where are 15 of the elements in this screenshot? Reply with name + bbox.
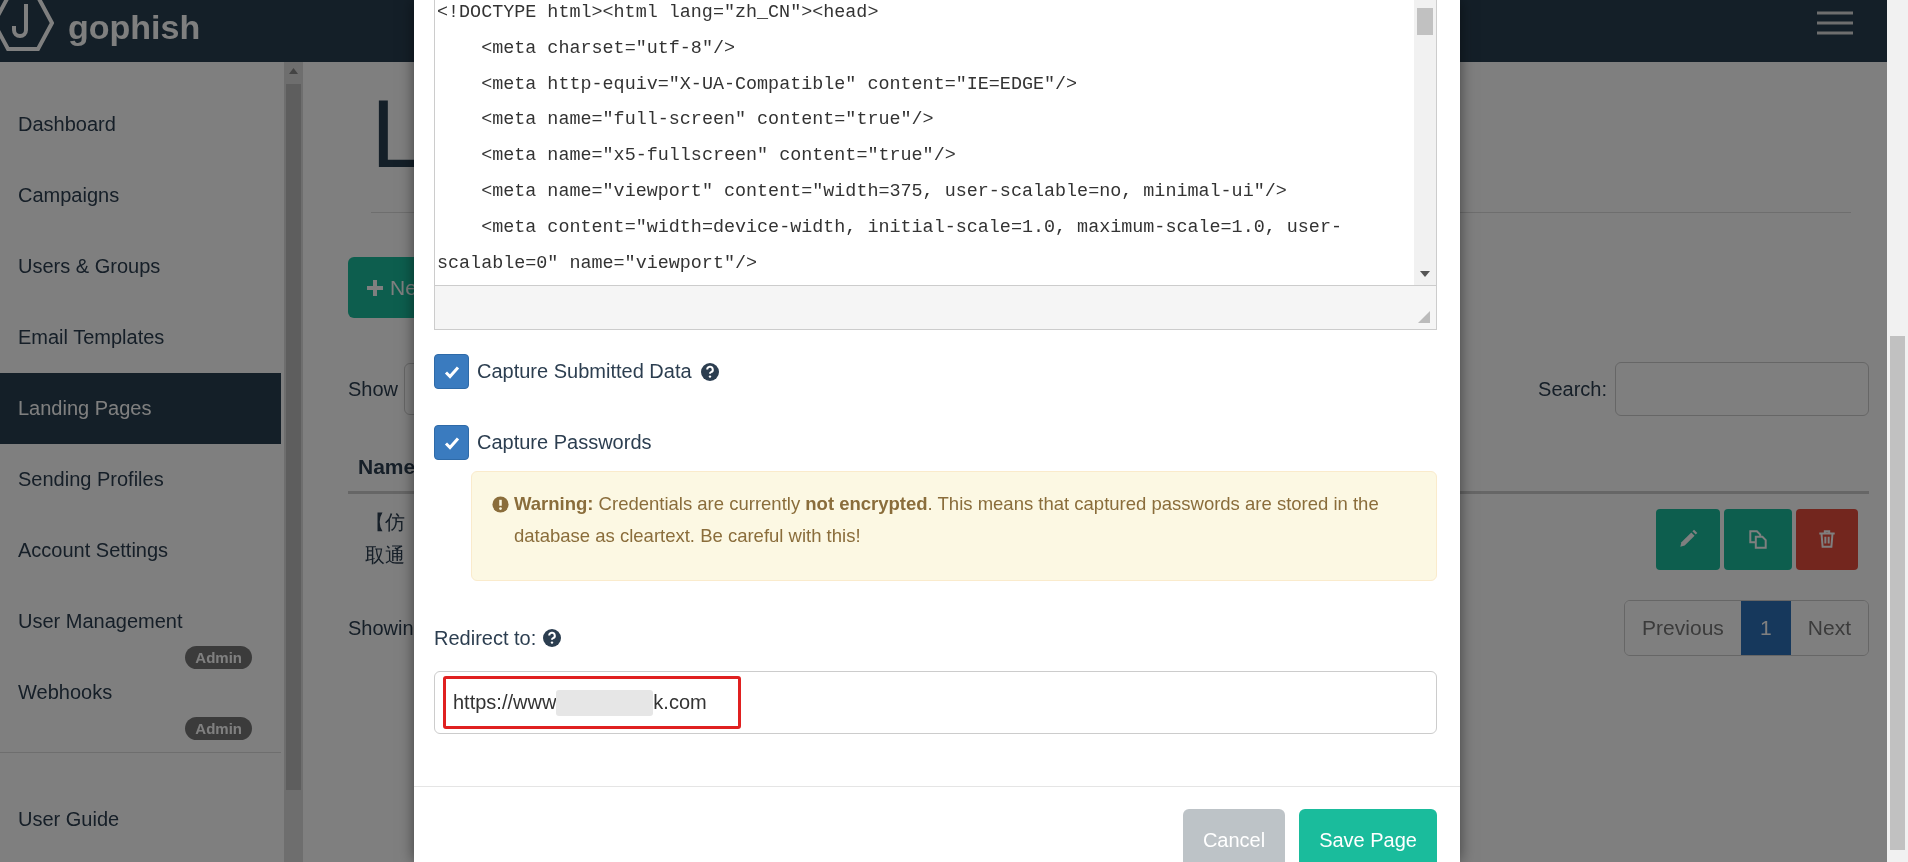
code-line: <meta http-equiv="X-UA-Compatible" content="IE=EDGE"/> <box>480 72 1079 97</box>
table-cell-text: 【仿 取通 <box>364 510 405 568</box>
code-line: <meta charset="utf-8"/> <box>480 36 736 61</box>
admin-badge: Admin <box>185 646 252 669</box>
table-info: Showin <box>348 616 414 640</box>
search-label: Search: <box>1538 377 1607 401</box>
code-line: <meta content="width=device-width, initial-scale=1.0, maximum-scale=1.0, user-scalable=0" name="viewport"/> <box>437 215 1343 276</box>
warning-text: Warning: Credentials are currently not encrypted. This means that captured passwords are stored in the database as cleartext. Be careful with this! <box>514 492 1380 548</box>
code-line: <meta name="viewport" content="width=375, user-scalable=no, minimal-ui"/> <box>480 180 1288 204</box>
code-line: <meta name="full-screen" content="true"/> <box>480 108 935 133</box>
show-label: Show <box>348 377 399 401</box>
code-line: <meta name="x5-fullscreen" content="true"/> <box>480 144 957 169</box>
admin-badge: Admin <box>185 717 252 740</box>
code-line: <!DOCTYPE html><html lang="zh_CN"><head> <box>437 1 880 25</box>
redirect-label: Redirect to: <box>434 626 537 650</box>
